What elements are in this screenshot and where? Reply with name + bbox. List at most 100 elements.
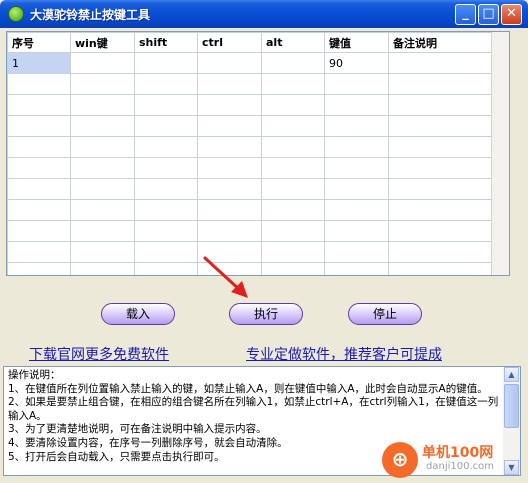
grid-cell[interactable] — [7, 94, 71, 116]
grid-cell[interactable] — [261, 52, 325, 74]
table-row — [7, 115, 495, 137]
grid-cell[interactable] — [324, 157, 389, 179]
grid-cell[interactable] — [134, 94, 198, 116]
grid-cell[interactable] — [324, 220, 389, 242]
grid-cell[interactable] — [324, 115, 389, 137]
execute-button[interactable]: 执行 — [229, 303, 303, 325]
grid-cell[interactable] — [197, 136, 262, 158]
grid-cell[interactable] — [324, 73, 389, 95]
grid-cell[interactable] — [134, 157, 198, 179]
download-link[interactable]: 下载官网更多免费软件 — [29, 344, 169, 364]
grid-cell[interactable] — [197, 115, 262, 137]
grid-cell[interactable] — [261, 241, 325, 263]
grid-cell[interactable] — [324, 136, 389, 158]
grid-cell[interactable] — [70, 115, 135, 137]
scroll-up-icon[interactable]: ▲ — [504, 367, 519, 382]
grid-cell[interactable] — [197, 52, 262, 74]
grid-cell[interactable] — [388, 199, 495, 221]
grid-cell[interactable] — [388, 157, 495, 179]
grid-cell[interactable] — [324, 241, 389, 263]
column-header: shift — [134, 32, 198, 53]
grid-cell[interactable] — [70, 73, 135, 95]
grid-cell[interactable] — [7, 115, 71, 137]
grid-cell[interactable] — [70, 94, 135, 116]
column-header: 备注说明 — [388, 32, 495, 53]
close-button[interactable]: ✕ — [501, 4, 522, 25]
grid-cell[interactable] — [134, 262, 198, 275]
grid-cell[interactable] — [70, 262, 135, 275]
grid-cell[interactable] — [261, 73, 325, 95]
grid-cell[interactable] — [134, 220, 198, 242]
grid-cell[interactable] — [388, 241, 495, 263]
grid-cell[interactable] — [388, 178, 495, 200]
grid-cell[interactable] — [197, 220, 262, 242]
grid-cell[interactable] — [134, 73, 198, 95]
grid-cell[interactable] — [134, 178, 198, 200]
grid-cell[interactable] — [7, 262, 71, 275]
grid-cell[interactable]: 90 — [324, 52, 389, 74]
grid-cell[interactable] — [388, 262, 495, 275]
grid-cell[interactable] — [134, 241, 198, 263]
grid-cell[interactable] — [7, 241, 71, 263]
column-header: ctrl — [197, 32, 262, 53]
grid-cell[interactable] — [388, 52, 495, 74]
help-line: 3、为了更清楚地说明，可在备注说明中输入提示内容。 — [8, 423, 267, 436]
grid-cell[interactable] — [70, 241, 135, 263]
grid-cell[interactable] — [261, 199, 325, 221]
grid-cell[interactable] — [197, 73, 262, 95]
watermark-logo-icon: ⊕ — [382, 442, 418, 478]
grid-cell[interactable] — [261, 262, 325, 275]
watermark-name: 单机100网 — [422, 445, 494, 461]
grid-cell[interactable] — [324, 94, 389, 116]
load-button[interactable]: 载入 — [101, 303, 175, 325]
grid-cell[interactable] — [7, 73, 71, 95]
title-bar[interactable]: 大漠驼铃禁止按键工具 _ □ ✕ — [0, 0, 528, 28]
minimize-button[interactable]: _ — [455, 4, 476, 25]
grid-cell[interactable] — [197, 178, 262, 200]
grid-cell[interactable] — [7, 178, 71, 200]
grid-cell[interactable] — [70, 199, 135, 221]
grid-cell[interactable] — [7, 220, 71, 242]
stop-button[interactable]: 停止 — [348, 303, 422, 325]
grid-cell[interactable] — [261, 115, 325, 137]
help-line: 1、在键值所在列位置输入禁止输入的键，如禁止输入A，则在键值中输入A，此时会自动… — [8, 382, 488, 395]
help-line: 操作说明： — [8, 369, 61, 381]
grid-cell[interactable] — [134, 199, 198, 221]
grid-cell[interactable] — [388, 73, 495, 95]
grid-cell[interactable] — [197, 199, 262, 221]
grid-cell[interactable]: 1 — [7, 52, 71, 74]
grid-cell[interactable] — [197, 157, 262, 179]
maximize-button[interactable]: □ — [478, 4, 499, 25]
grid-cell[interactable] — [7, 199, 71, 221]
grid-cell[interactable] — [261, 157, 325, 179]
grid-cell[interactable] — [388, 136, 495, 158]
grid-cell[interactable] — [134, 52, 198, 74]
grid-cell[interactable] — [70, 136, 135, 158]
grid-cell[interactable] — [7, 157, 71, 179]
grid-cell[interactable] — [7, 136, 71, 158]
grid-cell[interactable] — [261, 94, 325, 116]
grid-cell[interactable] — [324, 262, 389, 275]
grid-cell[interactable] — [134, 115, 198, 137]
grid-cell[interactable] — [70, 157, 135, 179]
grid-cell[interactable] — [261, 136, 325, 158]
table-row — [7, 199, 495, 221]
grid-cell[interactable] — [134, 136, 198, 158]
help-line: 2、如果是要禁止组合键，在相应的组合键名所在列输入1，如禁止ctrl+A，在ct… — [8, 396, 499, 422]
grid-scrollbar[interactable] — [491, 32, 509, 275]
table-row — [7, 94, 495, 116]
grid-cell[interactable] — [70, 220, 135, 242]
grid-cell[interactable] — [197, 94, 262, 116]
grid-cell[interactable] — [324, 178, 389, 200]
scroll-thumb[interactable] — [504, 384, 519, 428]
grid-cell[interactable] — [324, 199, 389, 221]
grid-cell[interactable] — [388, 220, 495, 242]
grid-cell[interactable] — [261, 220, 325, 242]
grid-cell[interactable] — [388, 94, 495, 116]
column-header: alt — [261, 32, 325, 53]
custom-software-link[interactable]: 专业定做软件，推荐客户可提成 — [246, 344, 442, 364]
grid-cell[interactable] — [388, 115, 495, 137]
grid-cell[interactable] — [70, 52, 135, 74]
grid-cell[interactable] — [261, 178, 325, 200]
grid-cell[interactable] — [70, 178, 135, 200]
